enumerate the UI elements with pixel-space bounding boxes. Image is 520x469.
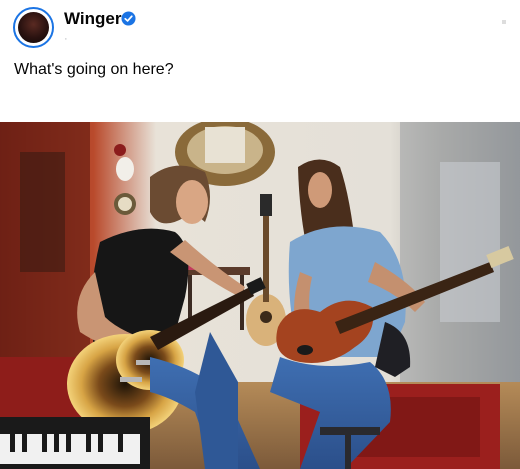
avatar[interactable] (13, 7, 54, 48)
more-options-icon[interactable] (502, 20, 506, 24)
author-name[interactable]: Winger (64, 9, 121, 29)
post-meta: · (64, 33, 68, 45)
verified-badge-icon (121, 11, 136, 26)
post-header: Winger · (13, 7, 513, 51)
avatar-image (18, 12, 49, 43)
photo-image[interactable] (0, 122, 520, 469)
post-caption: What's going on here? (14, 61, 174, 78)
